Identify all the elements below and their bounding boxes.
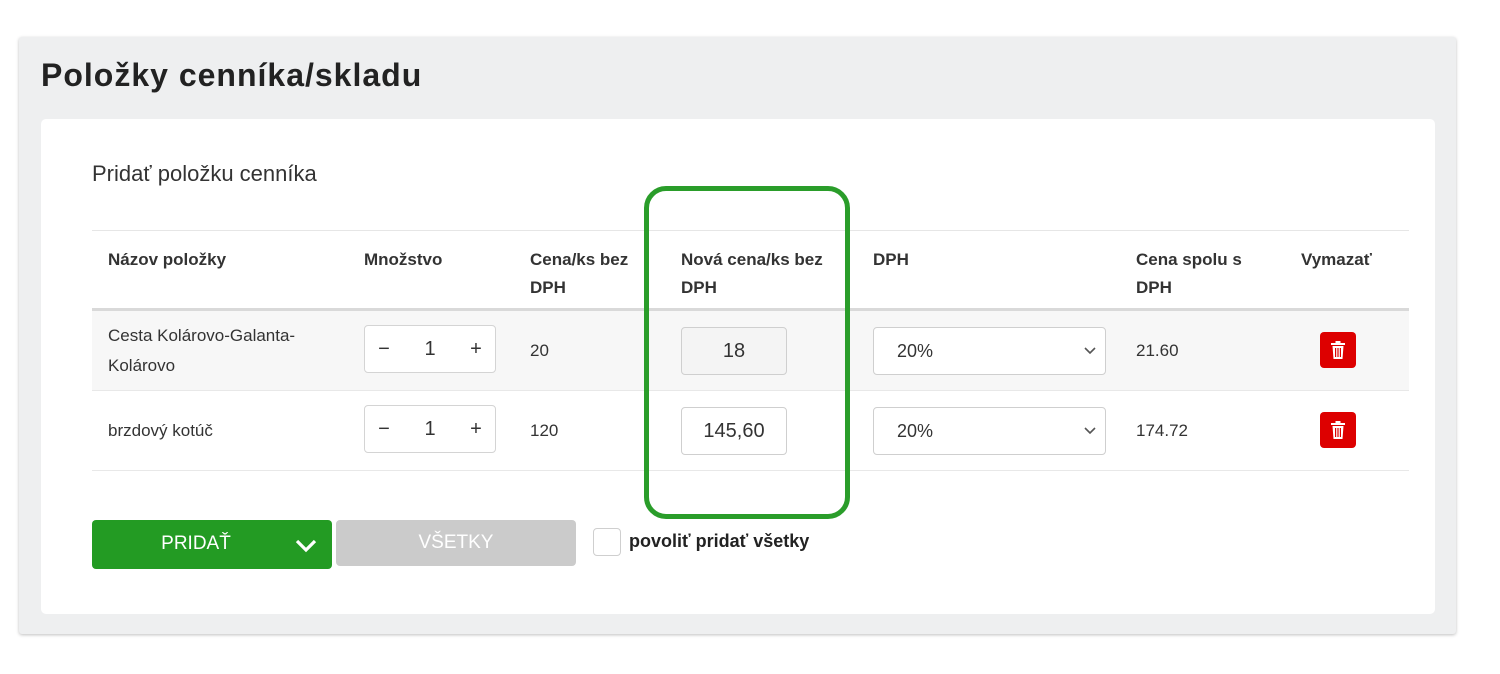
unit-price: 120: [530, 421, 559, 440]
table-header: Názov položky Množstvo Cena/ks bez DPH N…: [92, 230, 1409, 311]
header-quantity: Množstvo: [364, 250, 443, 269]
section-title: Pridať položku cenníka: [92, 161, 317, 186]
quantity-stepper: − 1 +: [364, 325, 496, 373]
decrement-button[interactable]: −: [375, 418, 393, 441]
decrement-button[interactable]: −: [375, 338, 393, 361]
vat-select-value: 20%: [897, 421, 934, 441]
header-price: Cena/ks bez DPH: [530, 246, 628, 302]
vat-select-value: 20%: [897, 341, 934, 361]
increment-button[interactable]: +: [467, 338, 485, 361]
chevron-down-icon: [1084, 347, 1096, 355]
page-title: Položky cenníka/skladu: [41, 57, 423, 93]
item-name-line2: Kolárovo: [108, 356, 176, 375]
header-new-price-line2: DPH: [681, 278, 717, 297]
new-price-input[interactable]: [681, 327, 787, 375]
header-price-line2: DPH: [530, 278, 566, 297]
header-new-price: Nová cena/ks bez DPH: [681, 246, 823, 302]
header-vat: DPH: [873, 250, 909, 269]
delete-button[interactable]: [1320, 412, 1356, 448]
delete-button[interactable]: [1320, 332, 1356, 368]
chevron-down-icon: [1084, 427, 1096, 435]
unit-price: 20: [530, 341, 549, 360]
trash-icon: [1331, 421, 1345, 439]
quantity-stepper: − 1 +: [364, 405, 496, 453]
header-delete: Vymazať: [1301, 250, 1372, 269]
vat-select[interactable]: 20%: [873, 327, 1106, 375]
header-new-price-line1: Nová cena/ks bez: [681, 250, 823, 269]
new-price-input[interactable]: [681, 407, 787, 455]
items-table: Názov položky Množstvo Cena/ks bez DPH N…: [92, 230, 1409, 471]
add-all-button[interactable]: VŠETKY: [336, 520, 576, 566]
item-name: Cesta Kolárovo-Galanta- Kolárovo: [108, 321, 295, 381]
chevron-down-icon[interactable]: [294, 536, 318, 554]
header-price-line1: Cena/ks bez: [530, 250, 629, 269]
increment-button[interactable]: +: [467, 418, 485, 441]
allow-add-all-checkbox[interactable]: [593, 528, 621, 556]
table-row: brzdový kotúč − 1 + 120 20% 174.72: [92, 391, 1409, 471]
quantity-value[interactable]: 1: [393, 418, 467, 441]
header-total-line2: DPH: [1136, 278, 1172, 297]
header-total-line1: Cena spolu s: [1136, 250, 1242, 269]
item-name-line1: Cesta Kolárovo-Galanta-: [108, 326, 296, 345]
add-item-card: Pridať položku cenníka Názov položky Mno…: [41, 119, 1435, 614]
item-name-line1: brzdový kotúč: [108, 421, 213, 440]
quantity-value[interactable]: 1: [393, 338, 467, 361]
allow-add-all-label: povoliť pridať všetky: [629, 531, 810, 551]
price-list-panel: Položky cenníka/skladu Pridať položku ce…: [19, 37, 1456, 634]
trash-icon: [1331, 341, 1345, 359]
total-price: 174.72: [1136, 421, 1188, 440]
vat-select[interactable]: 20%: [873, 407, 1106, 455]
header-name: Názov položky: [108, 250, 227, 269]
header-total: Cena spolu s DPH: [1136, 246, 1242, 302]
total-price: 21.60: [1136, 341, 1179, 360]
table-row: Cesta Kolárovo-Galanta- Kolárovo − 1 + 2…: [92, 311, 1409, 391]
item-name: brzdový kotúč: [108, 416, 213, 446]
add-button[interactable]: PRIDAŤ: [92, 520, 332, 569]
add-button-label: PRIDAŤ: [161, 533, 231, 554]
